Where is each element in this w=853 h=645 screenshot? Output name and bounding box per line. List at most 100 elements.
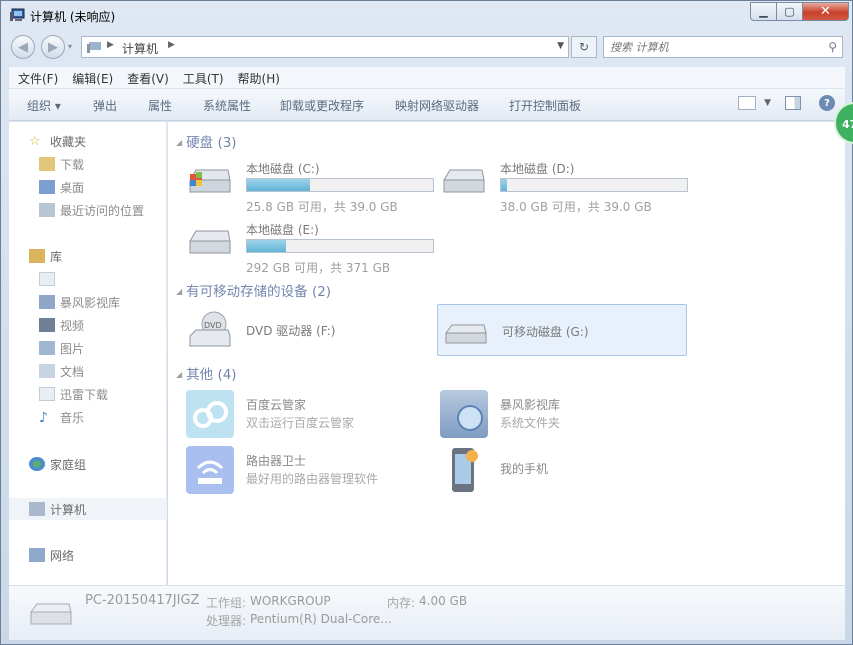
drive-c[interactable]: 本地磁盘 (C:) 25.8 GB 可用，共 39.0 GB [182,156,434,214]
sidebar-item-libraries[interactable]: 库 [9,245,167,267]
sidebar-item-music[interactable]: ♪ 音乐 [9,406,167,428]
processor-value: Pentium(R) Dual-Core... [250,612,392,626]
address-bar[interactable]: ▶ 计算机 ▶ ▼ [81,36,569,58]
sidebar-item-label: 最近访问的位置 [60,203,145,218]
organize-button[interactable]: 组织 ▾ [27,97,61,114]
preview-pane-icon[interactable] [785,96,801,110]
menu-bar: 文件(F) 编辑(E) 查看(V) 工具(T) 帮助(H) [9,67,845,89]
properties-button[interactable]: 属性 [148,97,172,114]
workgroup-value: WORKGROUP [250,594,331,608]
search-input[interactable] [610,39,820,55]
forward-button[interactable]: ▶ [41,35,65,59]
baidu-cloud-item[interactable]: 百度云管家 双击运行百度云管家 [182,388,432,438]
phone-icon [440,446,488,494]
sidebar-item-label: 文档 [60,364,85,379]
group-header-hard-disks[interactable]: ◢ 硬盘 (3) [176,131,237,151]
sidebar-item-label: 视频 [60,318,85,333]
sidebar-item-baofeng-library[interactable]: 暴风影视库 [9,291,167,313]
collapse-triangle-icon[interactable]: ◢ [176,370,182,379]
close-button[interactable]: ✕ [803,2,849,21]
recent-pages-icon[interactable]: ▾ [68,42,72,51]
sidebar-item-downloads[interactable]: 下载 [9,153,167,175]
group-header-removable[interactable]: ◢ 有可移动存储的设备 (2) [176,280,331,300]
uninstall-programs-button[interactable]: 卸载或更改程序 [280,97,364,114]
router-guard-icon [186,446,234,494]
command-bar: 组织 ▾ 弹出 属性 系统属性 卸载或更改程序 映射网络驱动器 打开控制面板 ▼… [9,89,845,121]
dvd-drive[interactable]: DVD DVD 驱动器 (F:) [182,304,432,356]
breadcrumb-chevron-icon[interactable]: ▶ [168,40,175,50]
open-control-panel-button[interactable]: 打开控制面板 [509,97,581,114]
baofeng-library-item[interactable]: 暴风影视库 系统文件夹 [436,388,686,438]
baofeng-library-icon [440,390,488,438]
sidebar-item-documents[interactable]: 文档 [9,360,167,382]
sidebar-item-computer[interactable]: 计算机 [9,498,167,520]
system-properties-button[interactable]: 系统属性 [203,97,251,114]
sidebar-item-pictures[interactable]: 图片 [9,337,167,359]
drive-name: 本地磁盘 (D:) [500,162,575,176]
drive-usage-bar [246,239,434,253]
breadcrumb-chevron-icon[interactable]: ▶ [107,40,114,50]
sidebar-item-label: 音乐 [60,410,85,425]
device-name: 可移动磁盘 (G:) [502,325,589,339]
close-icon: ✕ [820,4,831,19]
help-icon[interactable]: ? [819,95,835,111]
homegroup-icon [29,457,45,471]
drive-usage-fill [247,240,287,252]
item-name: 百度云管家 [246,398,307,412]
menu-edit[interactable]: 编辑(E) [63,67,118,87]
back-button[interactable]: ◀ [11,35,35,59]
memory-label: 内存: [387,596,416,610]
collapse-triangle-icon[interactable]: ◢ [176,287,182,296]
drive-name: 本地磁盘 (C:) [246,162,320,176]
group-title: 其他 (4) [186,367,237,383]
change-view-icon[interactable] [738,96,757,110]
sidebar-item-desktop[interactable]: 桌面 [9,176,167,198]
drive-usage-bar [500,178,688,192]
navigation-pane: ☆ 收藏夹 下载 桌面 最近访问的位置 库 暴风影视库 视频 图片 文档 迅雷下载… [9,122,167,585]
sidebar-item-homegroup[interactable]: 家庭组 [9,453,167,475]
workgroup-label: 工作组: [206,596,247,610]
drive-name: 本地磁盘 (E:) [246,223,319,237]
sidebar-item-network[interactable]: 网络 [9,544,167,566]
breadcrumb-computer[interactable]: 计算机 [122,40,158,57]
title-bar[interactable]: 计算机 (未响应) ▁ ▢ ✕ [1,1,853,31]
collapse-triangle-icon[interactable]: ◢ [176,138,182,147]
back-arrow-icon: ◀ [18,39,28,55]
sidebar-item-label: 家庭组 [50,457,87,472]
menu-tools[interactable]: 工具(T) [174,67,229,87]
recent-places-icon [39,203,55,217]
eject-button[interactable]: 弹出 [93,97,117,114]
drive-usage-fill [247,179,311,191]
processor-label: 处理器: [206,614,247,628]
search-box[interactable]: ⚲ [603,36,843,58]
menu-file[interactable]: 文件(F) [9,67,63,87]
router-guard-item[interactable]: 路由器卫士 最好用的路由器管理软件 [182,444,432,494]
view-options-dropdown-icon[interactable]: ▼ [764,98,771,108]
music-icon: ♪ [39,410,48,426]
removable-disk[interactable]: 可移动磁盘 (G:) [437,304,687,356]
refresh-button[interactable]: ↻ [571,36,597,58]
drive-d[interactable]: 本地磁盘 (D:) 38.0 GB 可用，共 39.0 GB [436,156,688,214]
address-dropdown-icon[interactable]: ▼ [557,41,564,51]
memory-value: 4.00 GB [419,594,468,608]
sidebar-item-recent-places[interactable]: 最近访问的位置 [9,199,167,221]
search-icon[interactable]: ⚲ [828,40,837,54]
pictures-icon [39,341,55,355]
map-network-drive-button[interactable]: 映射网络驱动器 [395,97,479,114]
sidebar-item-favorites[interactable]: ☆ 收藏夹 [9,130,167,152]
sidebar-item-xunlei-downloads[interactable]: 迅雷下载 [9,383,167,405]
drive-e[interactable]: 本地磁盘 (E:) 292 GB 可用，共 371 GB [182,217,434,275]
sidebar-item-label: 迅雷下载 [60,387,109,402]
menu-view[interactable]: 查看(V) [118,67,174,87]
minimize-button[interactable]: ▁ [750,2,777,21]
sidebar-item-label: 网络 [50,548,75,563]
sidebar-item-library-blank[interactable] [9,268,167,290]
forward-arrow-icon: ▶ [48,39,58,55]
menu-help[interactable]: 帮助(H) [229,67,285,87]
sidebar-item-videos[interactable]: 视频 [9,314,167,336]
group-header-other[interactable]: ◢ 其他 (4) [176,363,237,383]
my-phone-item[interactable]: 我的手机 [436,444,686,494]
sidebar-item-label: 收藏夹 [50,134,87,149]
content-pane: ◢ 硬盘 (3) 本地磁盘 (C:) 25.8 GB 可用，共 39.0 GB 本… [168,122,845,585]
maximize-button[interactable]: ▢ [777,2,803,21]
